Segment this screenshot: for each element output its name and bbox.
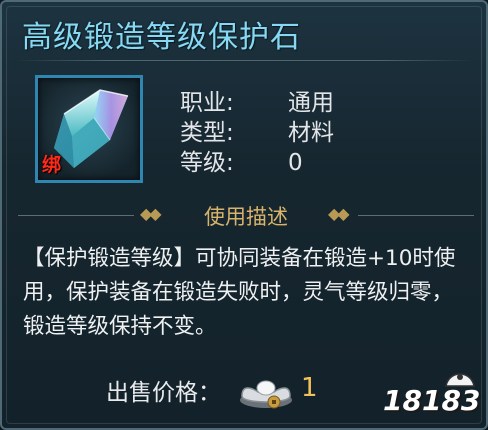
site-watermark: 18183 — [383, 364, 483, 424]
attr-value: 通用 — [288, 90, 334, 116]
attr-row-type: 类型: 材料 — [180, 118, 440, 148]
bound-badge: 绑 — [42, 154, 62, 176]
header-divider — [16, 60, 472, 61]
item-name: 高级锻造等级保护石 — [22, 20, 301, 55]
description-section-header: ◆◆ ◆◆ 使用描述 — [2, 198, 486, 234]
silver-ingot-icon — [240, 380, 292, 409]
price-label: 出售价格： — [106, 380, 221, 406]
attr-row-level: 等级: 0 — [180, 148, 440, 178]
attr-row-class: 职业: 通用 — [180, 88, 440, 118]
section-title: 使用描述 — [204, 205, 288, 229]
attr-label: 等级: — [180, 150, 234, 176]
attr-value: 材料 — [288, 120, 334, 146]
item-description: 【保护锻造等级】可协同装备在锻造+10时使用，保护装备在锻造失败时，灵气等级归零… — [23, 246, 456, 339]
attr-label: 职业: — [180, 90, 234, 116]
watermark-text: 18183 — [383, 384, 481, 417]
item-tooltip: 高级锻造等级保护石 绑 职业: 通用 类型: 材料 等级: 0 ◆◆ ◆◆ 使用… — [0, 0, 488, 430]
price-value: 1 — [301, 373, 318, 403]
attr-value: 0 — [288, 150, 303, 176]
item-attributes: 职业: 通用 类型: 材料 等级: 0 — [180, 88, 440, 178]
item-icon-slot[interactable]: 绑 — [35, 75, 143, 183]
attr-label: 类型: — [180, 120, 234, 146]
